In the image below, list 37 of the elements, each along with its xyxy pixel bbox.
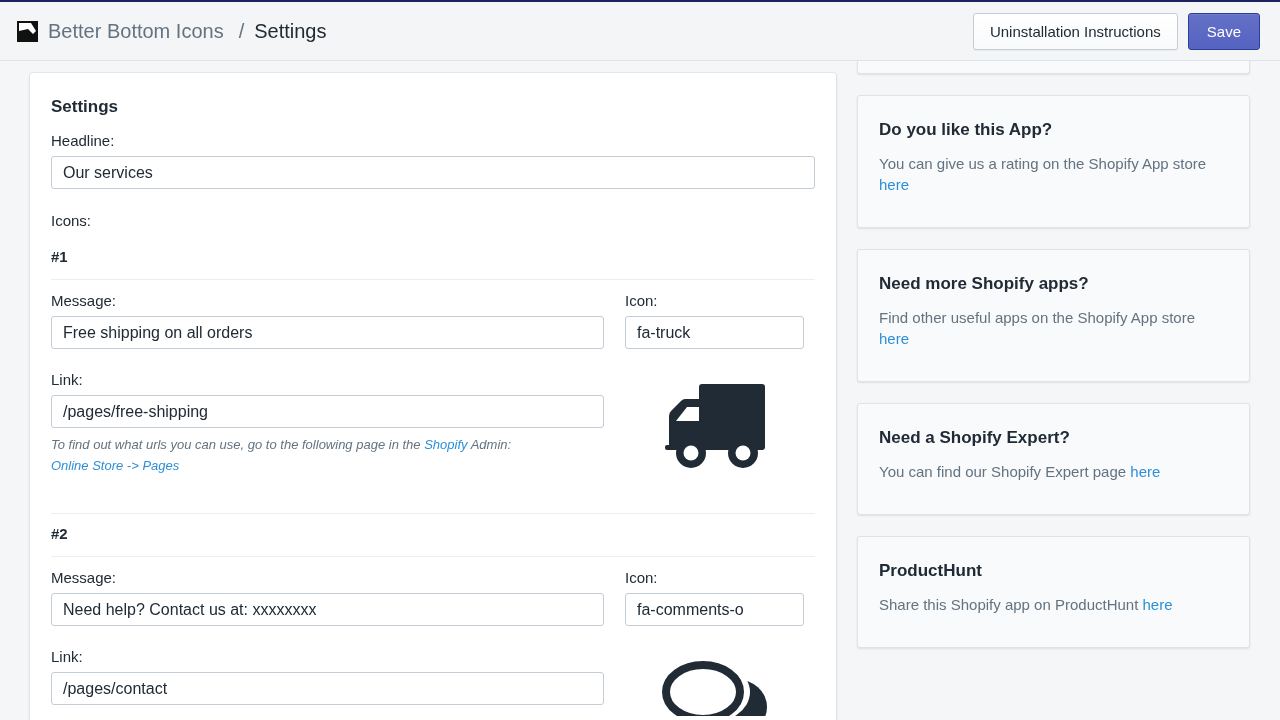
card-title: Need more Shopify apps? — [879, 274, 1090, 294]
card-title: ProductHunt — [879, 561, 983, 581]
card-text: Share this Shopify app on ProductHunt here — [879, 595, 1174, 615]
section-label: Icons: — [51, 211, 93, 231]
help-link[interactable]: Shopify — [424, 437, 468, 452]
help-link[interactable]: Online Store -> Pages — [51, 458, 180, 473]
card-text: You can give us a rating on the Shopify App store here — [879, 154, 1208, 195]
instructions-button[interactable]: Uninstallation Instructions — [972, 12, 1178, 50]
breadcrumb-separator: / — [238, 19, 245, 43]
section-heading: #2 — [51, 524, 69, 544]
page-title: Settings — [254, 19, 327, 43]
field-label: Headline: — [51, 131, 116, 151]
breadcrumb-link[interactable]: Better Bottom Icons — [48, 19, 224, 43]
message-field[interactable]: Free shipping on all orders — [51, 316, 604, 349]
truck-icon — [663, 384, 766, 468]
field-label: Message: — [51, 291, 118, 311]
headline-field[interactable]: Our services — [51, 156, 815, 189]
help-text: To find out what urls you can use, go to the following page in the Shopify Admin: Online Store -> Pages — [51, 436, 513, 475]
link-field[interactable]: /pages/contact — [51, 672, 604, 705]
card-text: You can find our Shopify Expert page here — [879, 462, 1162, 482]
link-field[interactable]: /pages/free-shipping — [51, 395, 604, 428]
field-label: Message: — [51, 568, 118, 588]
card-title: Do you like this App? — [879, 120, 1054, 140]
field-label: Link: — [51, 370, 84, 390]
save-button[interactable]: Save — [1187, 12, 1260, 50]
icon-name-field[interactable]: fa-comments-o — [625, 593, 804, 626]
field-label: Icon: — [625, 291, 659, 311]
chat-bubbles-icon — [661, 661, 768, 716]
message-field[interactable]: Need help? Contact us at: xxxxxxxx — [51, 593, 604, 626]
card-title: Need a Shopify Expert? — [879, 428, 1071, 448]
field-label: Icon: — [625, 568, 659, 588]
card-text: Find other useful apps on the Shopify App store here — [879, 308, 1197, 349]
icon-name-field[interactable]: fa-truck — [625, 316, 804, 349]
section-heading: #1 — [51, 247, 69, 267]
card-title: Settings — [51, 97, 120, 117]
logo-icon — [17, 20, 38, 42]
field-label: Link: — [51, 647, 84, 667]
